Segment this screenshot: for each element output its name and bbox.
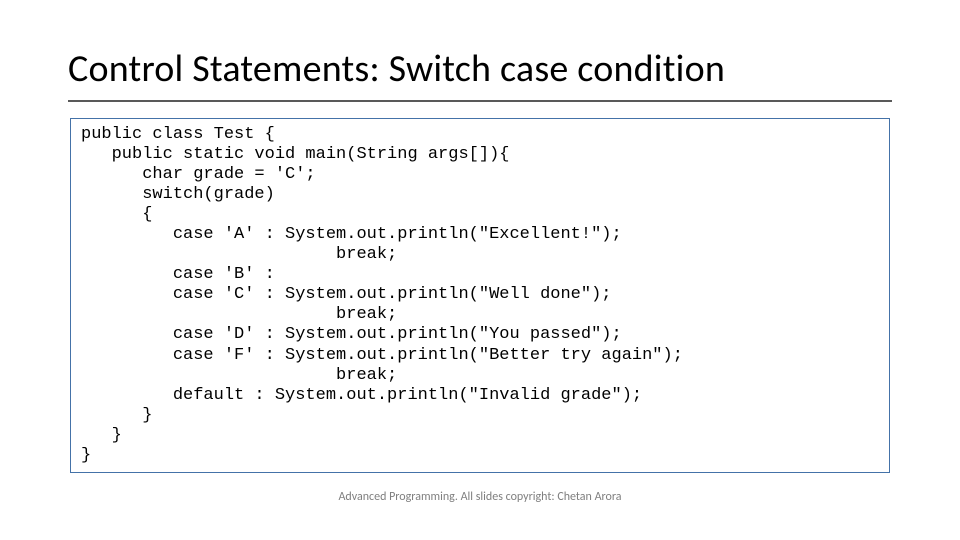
- code-block: public class Test { public static void m…: [70, 118, 890, 473]
- footer-text: Advanced Programming. All slides copyrig…: [0, 490, 960, 504]
- slide-title: Control Statements: Switch case conditio…: [68, 46, 892, 92]
- title-underline: [68, 100, 892, 102]
- slide: Control Statements: Switch case conditio…: [0, 0, 960, 540]
